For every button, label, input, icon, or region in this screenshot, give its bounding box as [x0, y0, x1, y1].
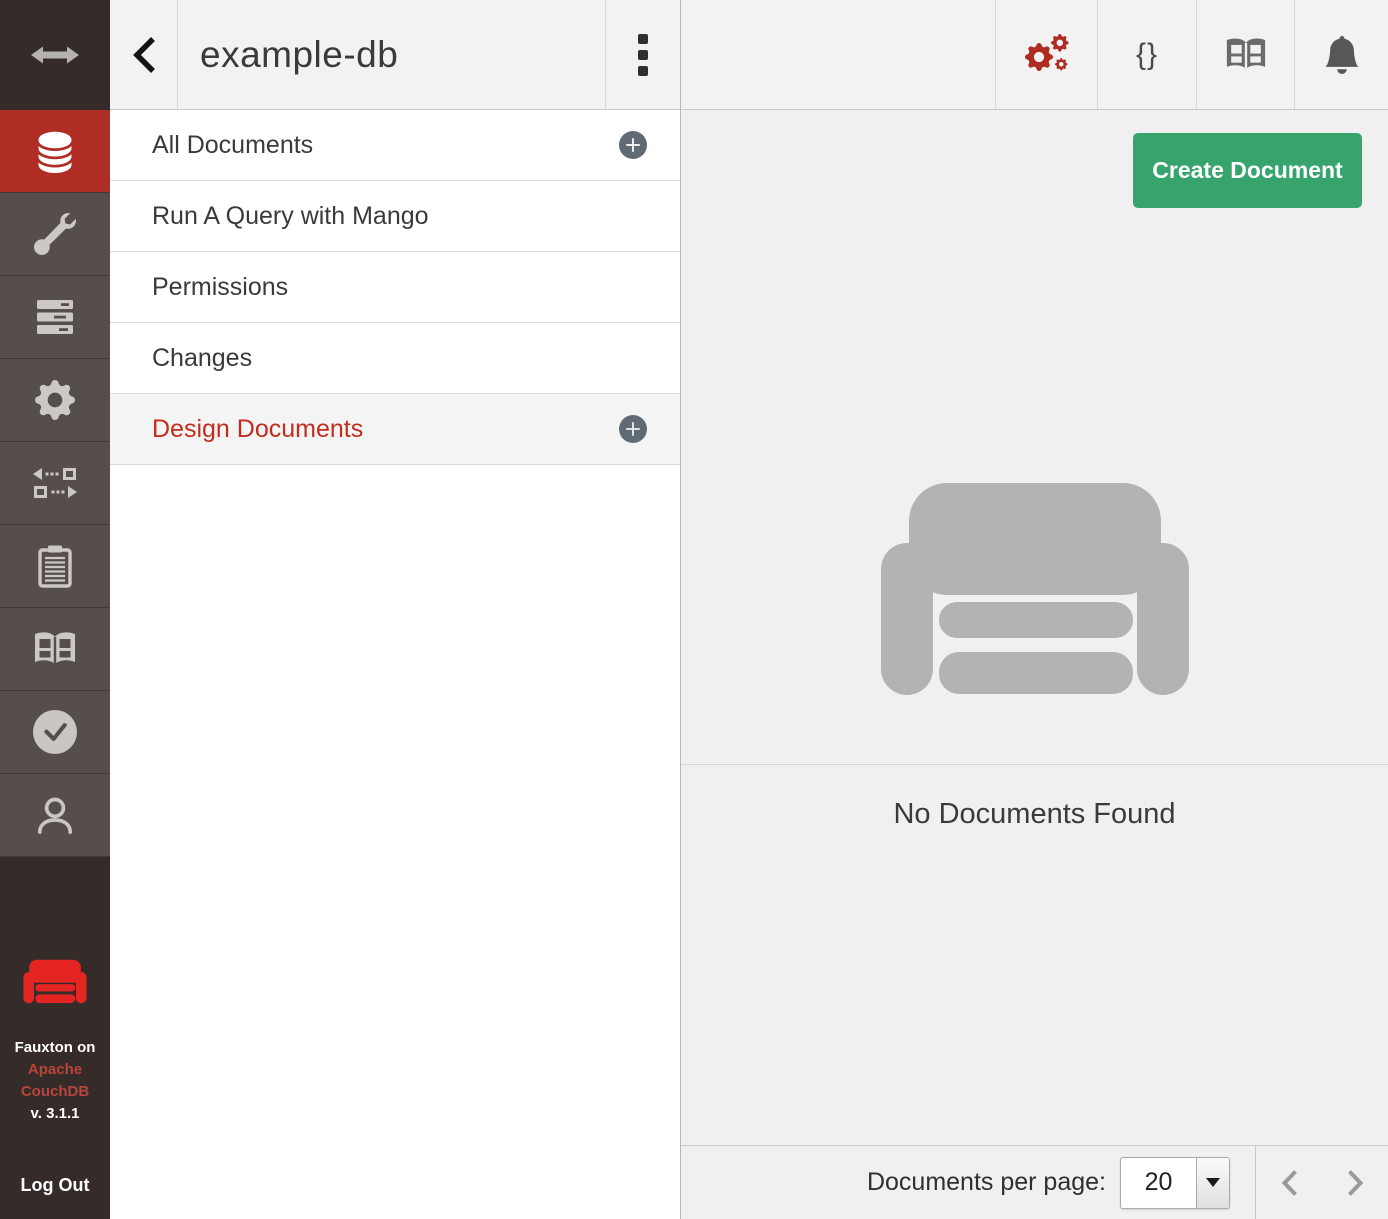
primary-nav: Fauxton on Apache CouchDB v. 3.1.1 Log O…: [0, 0, 110, 1219]
replication-icon: [32, 467, 78, 499]
sidebar-item-book[interactable]: [0, 608, 110, 691]
json-braces-icon: {}: [1136, 38, 1158, 72]
brand-version: v. 3.1.1: [0, 1103, 110, 1125]
json-api-button[interactable]: {}: [1097, 0, 1196, 109]
add-document-icon[interactable]: [619, 131, 647, 159]
sidebar-item-gear[interactable]: [0, 359, 110, 442]
panel-item-label: Permissions: [152, 273, 288, 302]
admin-settings-button[interactable]: [995, 0, 1097, 109]
check-circle-icon: [33, 710, 77, 754]
chevron-left-icon: [1281, 1169, 1298, 1197]
sidebar-item-user[interactable]: [0, 774, 110, 857]
bell-icon: [1323, 36, 1361, 74]
panel-item-label: Run A Query with Mango: [152, 202, 429, 231]
documents-footer: Documents per page: 20: [681, 1145, 1388, 1219]
ellipsis-dot: [638, 50, 648, 60]
wrench-icon: [34, 213, 76, 255]
pagination-previous-button[interactable]: [1256, 1146, 1322, 1219]
documentation-button[interactable]: [1196, 0, 1294, 109]
empty-state-divider: [681, 764, 1388, 765]
server-stack-icon: [34, 297, 76, 337]
nav-expand-button[interactable]: [0, 0, 110, 110]
per-page-label: Documents per page:: [867, 1168, 1106, 1197]
logout-button[interactable]: Log Out: [0, 1175, 110, 1196]
main-header: {}: [681, 0, 1388, 110]
chevron-left-icon: [132, 36, 156, 74]
nav-footer: Fauxton on Apache CouchDB v. 3.1.1 Log O…: [0, 857, 110, 1219]
couchdb-logo: [23, 959, 87, 1004]
panel-item-permissions[interactable]: Permissions: [110, 252, 680, 323]
database-icon: [33, 129, 77, 173]
sidebar-item-server-stack[interactable]: [0, 276, 110, 359]
per-page-value: 20: [1121, 1158, 1196, 1208]
sidebar-item-wrench[interactable]: [0, 193, 110, 276]
sidebar-item-database[interactable]: [0, 110, 110, 193]
select-dropdown-button[interactable]: [1196, 1158, 1229, 1208]
database-panel-header: example-db: [110, 0, 680, 110]
database-options-menu-button[interactable]: [605, 0, 680, 109]
clipboard-icon: [37, 544, 73, 588]
panel-item-changes[interactable]: Changes: [110, 323, 680, 394]
brand-line1: Fauxton on: [0, 1037, 110, 1059]
user-icon: [34, 794, 76, 836]
database-panel: example-db All Documents Run A Query wit…: [110, 0, 681, 1219]
sidebar-item-clipboard[interactable]: [0, 525, 110, 608]
fauxton-app: Fauxton on Apache CouchDB v. 3.1.1 Log O…: [0, 0, 1388, 1219]
brand-line3: CouchDB: [0, 1081, 110, 1103]
chevron-right-icon: [1347, 1169, 1364, 1197]
gear-icon: [35, 380, 75, 420]
open-book-icon: [32, 631, 78, 667]
add-design-document-icon[interactable]: [619, 415, 647, 443]
pagination-next-button[interactable]: [1322, 1146, 1388, 1219]
ellipsis-dot: [638, 66, 648, 76]
gears-icon: [1024, 34, 1070, 76]
panel-item-all-documents[interactable]: All Documents: [110, 110, 680, 181]
create-document-button[interactable]: Create Document: [1133, 133, 1362, 208]
double-arrow-icon: [30, 45, 80, 65]
back-button[interactable]: [110, 0, 178, 109]
ellipsis-dot: [638, 34, 648, 44]
main-area: {} Cr: [681, 0, 1388, 1219]
panel-item-label: All Documents: [152, 131, 313, 160]
notifications-button[interactable]: [1294, 0, 1388, 109]
caret-down-icon: [1206, 1178, 1220, 1187]
sidebar-item-verify[interactable]: [0, 691, 110, 774]
panel-item-design-documents[interactable]: Design Documents: [110, 394, 680, 465]
open-book-icon: [1224, 37, 1268, 72]
panel-item-label: Design Documents: [152, 415, 363, 444]
brand-text: Fauxton on Apache CouchDB v. 3.1.1: [0, 1037, 110, 1125]
per-page-select[interactable]: 20: [1120, 1157, 1230, 1209]
documents-empty-state: Create Document No Documents Found: [681, 110, 1388, 1145]
no-documents-message: No Documents Found: [681, 798, 1388, 831]
brand-line2: Apache: [0, 1059, 110, 1081]
panel-item-label: Changes: [152, 344, 252, 373]
couch-illustration: [879, 480, 1191, 698]
database-title: example-db: [178, 0, 605, 109]
database-panel-list: All Documents Run A Query with Mango Per…: [110, 110, 680, 465]
panel-item-mango-query[interactable]: Run A Query with Mango: [110, 181, 680, 252]
sidebar-item-replication[interactable]: [0, 442, 110, 525]
